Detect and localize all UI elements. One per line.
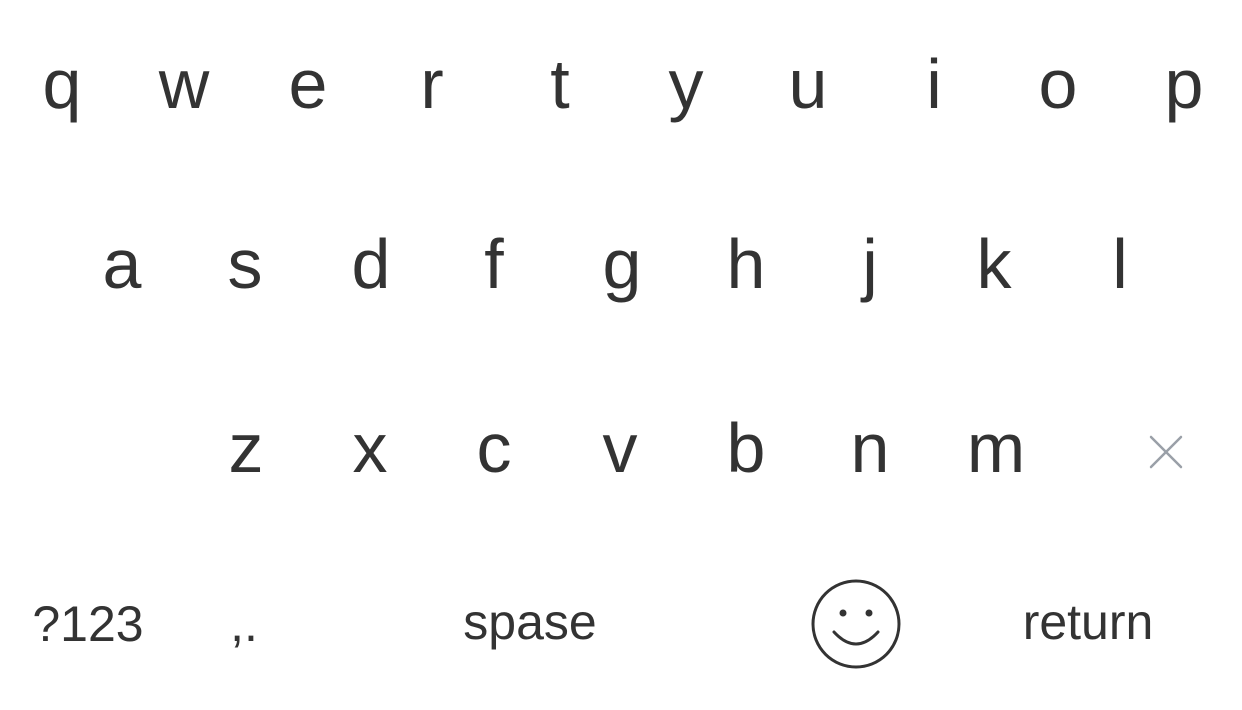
- key-r[interactable]: r: [377, 29, 487, 139]
- key-label: h: [726, 225, 766, 303]
- key-u[interactable]: u: [753, 29, 863, 139]
- key-label: d: [351, 225, 391, 303]
- key-label: v: [602, 409, 638, 487]
- key-d[interactable]: d: [316, 209, 426, 319]
- key-l[interactable]: l: [1065, 209, 1175, 319]
- key-label: q: [42, 45, 82, 123]
- key-label: l: [1112, 225, 1128, 303]
- key-x[interactable]: x: [315, 393, 425, 503]
- key-n[interactable]: n: [815, 393, 925, 503]
- symbols-key-label: ?123: [32, 596, 144, 652]
- key-label: b: [726, 409, 766, 487]
- key-j[interactable]: j: [815, 209, 925, 319]
- key-t[interactable]: t: [505, 29, 615, 139]
- backspace-button[interactable]: [1111, 397, 1221, 507]
- key-g[interactable]: g: [567, 209, 677, 319]
- key-label: w: [158, 45, 210, 123]
- key-label: e: [288, 45, 328, 123]
- key-z[interactable]: z: [191, 393, 301, 503]
- key-label: u: [788, 45, 828, 123]
- key-label: x: [352, 409, 388, 487]
- key-k[interactable]: k: [939, 209, 1049, 319]
- key-e[interactable]: e: [253, 29, 363, 139]
- key-label: n: [850, 409, 890, 487]
- key-i[interactable]: i: [879, 29, 989, 139]
- return-key[interactable]: return: [988, 567, 1188, 677]
- key-o[interactable]: o: [1003, 29, 1113, 139]
- space-key-label: spase: [463, 594, 597, 650]
- key-v[interactable]: v: [565, 393, 675, 503]
- key-w[interactable]: w: [129, 29, 239, 139]
- key-label: s: [227, 225, 263, 303]
- key-y[interactable]: y: [631, 29, 741, 139]
- key-label: r: [420, 45, 444, 123]
- key-s[interactable]: s: [190, 209, 300, 319]
- key-label: f: [484, 225, 504, 303]
- key-p[interactable]: p: [1129, 29, 1239, 139]
- punctuation-key-label: ,.: [230, 596, 258, 652]
- key-h[interactable]: h: [691, 209, 801, 319]
- punctuation-key[interactable]: ,.: [189, 569, 299, 679]
- key-f[interactable]: f: [439, 209, 549, 319]
- key-q[interactable]: q: [7, 29, 117, 139]
- key-c[interactable]: c: [439, 393, 549, 503]
- key-label: z: [228, 409, 264, 487]
- key-label: m: [966, 409, 1026, 487]
- key-label: c: [476, 409, 512, 487]
- keyboard: q w e r t y u i o p a s d f g h j k l z …: [0, 0, 1242, 710]
- key-label: t: [550, 45, 570, 123]
- key-label: i: [926, 45, 942, 123]
- key-label: p: [1164, 45, 1204, 123]
- key-label: y: [668, 45, 704, 123]
- key-m[interactable]: m: [941, 393, 1051, 503]
- key-label: j: [862, 225, 878, 303]
- key-label: k: [976, 225, 1012, 303]
- symbols-key[interactable]: ?123: [8, 569, 168, 679]
- key-label: g: [602, 225, 642, 303]
- return-key-label: return: [1022, 594, 1154, 650]
- key-label: o: [1038, 45, 1078, 123]
- close-icon: [1149, 435, 1183, 469]
- key-b[interactable]: b: [691, 393, 801, 503]
- key-label: a: [102, 225, 142, 303]
- emoji-key[interactable]: [801, 569, 911, 679]
- space-key[interactable]: spase: [370, 567, 690, 677]
- smiley-icon: [811, 579, 901, 669]
- key-a[interactable]: a: [67, 209, 177, 319]
